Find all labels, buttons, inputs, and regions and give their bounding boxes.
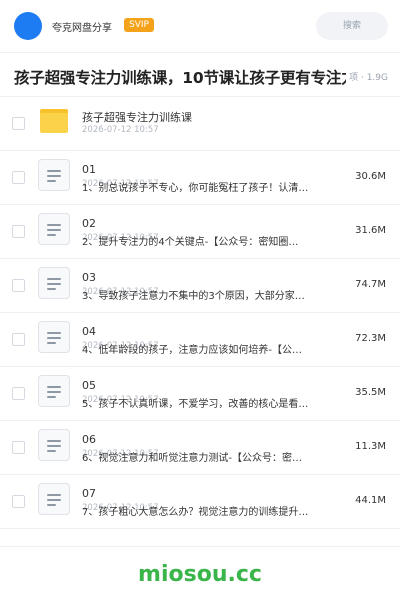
share-title-bar: 孩子超强专注力训练课，10节课让孩子更有专注力 项 · 1.9G (0, 58, 400, 94)
row-checkbox[interactable] (12, 333, 25, 346)
folder-icon (40, 109, 68, 133)
file-name[interactable]: 1、别总说孩子不专心，你可能冤枉了孩子！认清… (82, 179, 334, 194)
document-icon (38, 159, 70, 191)
username[interactable]: 夸克网盘分享 (52, 19, 112, 34)
file-name[interactable]: 4、低年龄段的孩子，注意力应该如何培养-【公… (82, 341, 334, 356)
search-input[interactable]: 搜索 (316, 12, 388, 40)
file-name[interactable]: 3、导致孩子注意力不集中的3个原因，大部分家… (82, 287, 334, 302)
file-name[interactable]: 5、孩子不认真听课，不爱学习，改善的核心是看… (82, 395, 334, 410)
brand-watermark: miosou.cc (138, 562, 262, 587)
row-checkbox[interactable] (12, 225, 25, 238)
file-name[interactable]: 7、孩子粗心大意怎么办？视觉注意力的训练提升… (82, 503, 334, 518)
file-number[interactable]: 01 (82, 163, 96, 176)
document-icon (38, 267, 70, 299)
share-meta: 项 · 1.9G (349, 73, 388, 83)
top-bar: 夸克网盘分享 SVIP 搜索 (0, 0, 400, 52)
svip-badge: SVIP (124, 18, 154, 32)
file-row[interactable]: 05 2026-07-12 10:57 5、孩子不认真听课，不爱学习，改善的核心是看… (0, 367, 400, 421)
file-number[interactable]: 02 (82, 217, 96, 230)
folder-date: 2026-07-12 10:57 (82, 125, 159, 135)
document-icon (38, 213, 70, 245)
file-number[interactable]: 05 (82, 379, 96, 392)
divider (0, 528, 400, 529)
row-checkbox[interactable] (12, 495, 25, 508)
file-row[interactable]: 02 2026-07-12 10:57 2、提升专注力的4个关键点-【公众号：密知圈… (0, 205, 400, 259)
file-size: 31.6M (355, 225, 386, 236)
row-checkbox[interactable] (12, 387, 25, 400)
file-size: 74.7M (355, 279, 386, 290)
file-size: 11.3M (355, 441, 386, 452)
page-title: 孩子超强专注力训练课，10节课让孩子更有专注力 (14, 69, 346, 87)
file-name[interactable]: 2、提升专注力的4个关键点-【公众号：密知圈… (82, 233, 334, 248)
file-row[interactable]: 01 2026-07-12 10:57 1、别总说孩子不专心，你可能冤枉了孩子！认清… (0, 151, 400, 205)
folder-row[interactable]: 孩子超强专注力训练课 2026-07-12 10:57 (0, 97, 400, 151)
row-checkbox[interactable] (12, 117, 25, 130)
document-icon (38, 321, 70, 353)
divider (0, 546, 400, 547)
avatar[interactable] (14, 12, 42, 40)
row-checkbox[interactable] (12, 441, 25, 454)
file-row[interactable]: 03 2026-07-12 10:57 3、导致孩子注意力不集中的3个原因，大部分家… (0, 259, 400, 313)
file-row[interactable]: 07 2026-07-12 10:57 7、孩子粗心大意怎么办？视觉注意力的训练提升… (0, 475, 400, 529)
file-row[interactable]: 06 2026-07-12 10:57 6、视觉注意力和听觉注意力测试-【公众号：密… (0, 421, 400, 475)
document-icon (38, 375, 70, 407)
document-icon (38, 429, 70, 461)
file-size: 30.6M (355, 171, 386, 182)
file-size: 35.5M (355, 387, 386, 398)
file-size: 72.3M (355, 333, 386, 344)
file-number[interactable]: 06 (82, 433, 96, 446)
divider (0, 52, 400, 53)
document-icon (38, 483, 70, 515)
row-checkbox[interactable] (12, 279, 25, 292)
file-size: 44.1M (355, 495, 386, 506)
file-number[interactable]: 04 (82, 325, 96, 338)
row-checkbox[interactable] (12, 171, 25, 184)
folder-name[interactable]: 孩子超强专注力训练课 (82, 109, 192, 125)
file-row[interactable]: 04 2026-07-12 10:57 4、低年龄段的孩子，注意力应该如何培养-【公… (0, 313, 400, 367)
file-number[interactable]: 03 (82, 271, 96, 284)
file-number[interactable]: 07 (82, 487, 96, 500)
file-name[interactable]: 6、视觉注意力和听觉注意力测试-【公众号：密… (82, 449, 334, 464)
